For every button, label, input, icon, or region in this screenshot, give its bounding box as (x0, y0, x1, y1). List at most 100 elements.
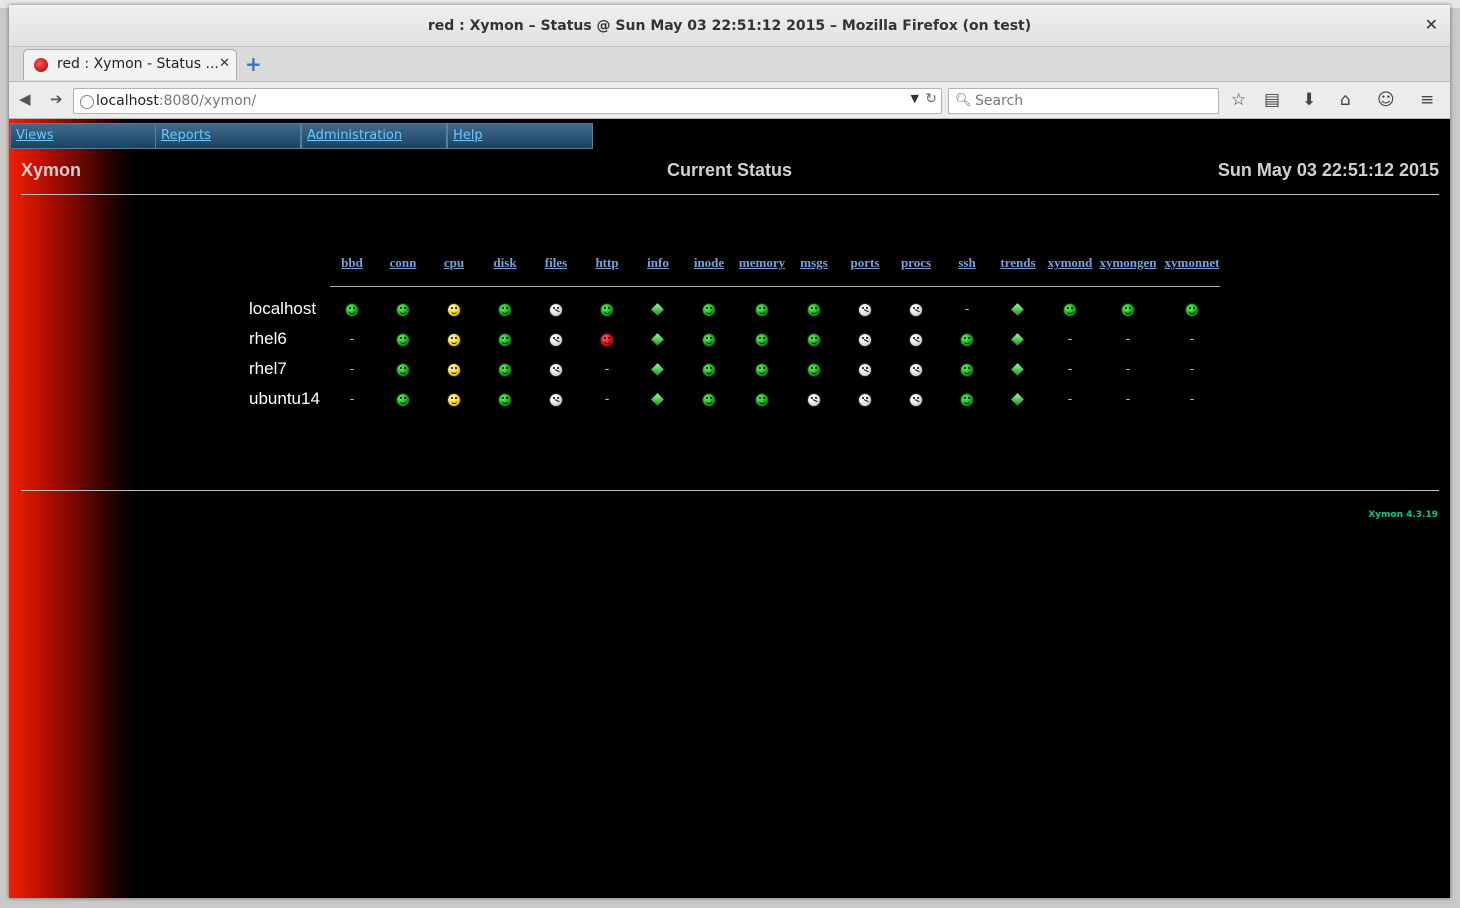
menu-administration[interactable]: Administration (301, 123, 447, 149)
forward-arrow-icon[interactable]: ➔ (50, 90, 63, 108)
column-header-bbd[interactable]: bbd (341, 255, 363, 271)
status-cell[interactable] (345, 303, 359, 317)
clear-status-icon[interactable] (549, 363, 563, 377)
menu-views-link[interactable]: Views (16, 128, 54, 143)
green-status-icon[interactable] (498, 303, 512, 317)
column-header-procs[interactable]: procs (901, 255, 931, 271)
bookmark-star-icon[interactable]: ☆ (1231, 90, 1246, 110)
browser-tab[interactable]: red : Xymon - Status ... ✕ (23, 49, 237, 80)
status-cell[interactable] (702, 303, 716, 317)
status-cell[interactable] (447, 333, 461, 347)
green-status-icon[interactable] (807, 363, 821, 377)
status-cell[interactable] (1121, 303, 1135, 317)
status-cell[interactable] (702, 393, 716, 407)
status-cell[interactable] (960, 333, 974, 347)
status-cell[interactable] (1011, 303, 1025, 317)
green-status-icon[interactable] (396, 303, 410, 317)
status-cell[interactable] (1011, 393, 1025, 407)
status-cell[interactable] (651, 333, 665, 347)
column-header-xymond[interactable]: xymond (1048, 255, 1093, 271)
green-status-icon[interactable] (396, 393, 410, 407)
green-status-icon[interactable] (702, 393, 716, 407)
status-cell[interactable] (447, 393, 461, 407)
green-status-icon[interactable] (396, 333, 410, 347)
url-bar[interactable]: localhost:8080/xymon/ ▼ ↻ (73, 88, 942, 114)
status-cell[interactable] (396, 393, 410, 407)
green-status-icon[interactable] (600, 303, 614, 317)
green-status-icon[interactable] (702, 333, 716, 347)
green-diamond-icon[interactable] (1011, 333, 1024, 346)
green-status-icon[interactable] (1121, 303, 1135, 317)
green-status-icon[interactable] (755, 333, 769, 347)
back-arrow-icon[interactable]: ◀ (19, 90, 31, 108)
new-tab-icon[interactable]: + (245, 52, 262, 76)
status-cell[interactable] (807, 333, 821, 347)
status-cell[interactable] (447, 363, 461, 377)
green-diamond-icon[interactable] (651, 393, 664, 406)
clear-status-icon[interactable] (858, 333, 872, 347)
status-cell[interactable] (549, 303, 563, 317)
menu-help-link[interactable]: Help (453, 128, 483, 143)
clear-status-icon[interactable] (858, 393, 872, 407)
reload-icon[interactable]: ↻ (925, 91, 937, 107)
red-status-icon[interactable] (600, 333, 614, 347)
close-tab-icon[interactable]: ✕ (219, 56, 230, 71)
yellow-status-icon[interactable] (447, 363, 461, 377)
green-status-icon[interactable] (755, 363, 769, 377)
clear-status-icon[interactable] (549, 303, 563, 317)
column-header-inode[interactable]: inode (694, 255, 724, 271)
status-cell[interactable] (909, 393, 923, 407)
status-cell[interactable] (807, 393, 821, 407)
clear-status-icon[interactable] (909, 303, 923, 317)
column-header-xymongen[interactable]: xymongen (1099, 255, 1156, 271)
column-header-ssh[interactable]: ssh (958, 255, 975, 271)
menu-reports[interactable]: Reports (155, 123, 301, 149)
home-icon[interactable]: ⌂ (1340, 90, 1351, 110)
close-window-icon[interactable]: ✕ (1425, 15, 1438, 34)
status-cell[interactable] (755, 393, 769, 407)
green-status-icon[interactable] (807, 303, 821, 317)
menu-hamburger-icon[interactable]: ≡ (1420, 90, 1434, 110)
clear-status-icon[interactable] (549, 393, 563, 407)
yellow-status-icon[interactable] (447, 303, 461, 317)
clear-status-icon[interactable] (858, 363, 872, 377)
green-status-icon[interactable] (755, 393, 769, 407)
clear-status-icon[interactable] (909, 393, 923, 407)
status-cell[interactable] (807, 363, 821, 377)
green-diamond-icon[interactable] (651, 303, 664, 316)
status-cell[interactable] (498, 363, 512, 377)
green-status-icon[interactable] (1063, 303, 1077, 317)
green-diamond-icon[interactable] (651, 333, 664, 346)
green-status-icon[interactable] (345, 303, 359, 317)
status-cell[interactable] (549, 333, 563, 347)
status-cell[interactable] (651, 393, 665, 407)
column-header-xymonnet[interactable]: xymonnet (1165, 255, 1220, 271)
url-text[interactable]: localhost:8080/xymon/ (96, 93, 256, 109)
status-cell[interactable] (755, 303, 769, 317)
status-cell[interactable] (755, 363, 769, 377)
status-cell[interactable] (651, 303, 665, 317)
column-header-files[interactable]: files (545, 255, 567, 271)
status-cell[interactable] (396, 333, 410, 347)
menu-views[interactable]: Views (10, 123, 156, 149)
column-header-disk[interactable]: disk (493, 255, 516, 271)
status-cell[interactable] (858, 393, 872, 407)
status-cell[interactable] (651, 363, 665, 377)
status-cell[interactable] (1011, 333, 1025, 347)
green-diamond-icon[interactable] (1011, 363, 1024, 376)
status-cell[interactable] (702, 363, 716, 377)
status-cell[interactable] (755, 333, 769, 347)
status-cell[interactable] (858, 363, 872, 377)
column-header-cpu[interactable]: cpu (444, 255, 464, 271)
column-header-info[interactable]: info (647, 255, 669, 271)
status-cell[interactable] (1185, 303, 1199, 317)
status-cell[interactable] (498, 303, 512, 317)
status-cell[interactable] (396, 363, 410, 377)
status-cell[interactable] (549, 393, 563, 407)
column-header-ports[interactable]: ports (851, 255, 880, 271)
status-cell[interactable] (960, 363, 974, 377)
status-cell[interactable] (909, 333, 923, 347)
green-diamond-icon[interactable] (651, 363, 664, 376)
yellow-status-icon[interactable] (447, 393, 461, 407)
green-status-icon[interactable] (498, 333, 512, 347)
